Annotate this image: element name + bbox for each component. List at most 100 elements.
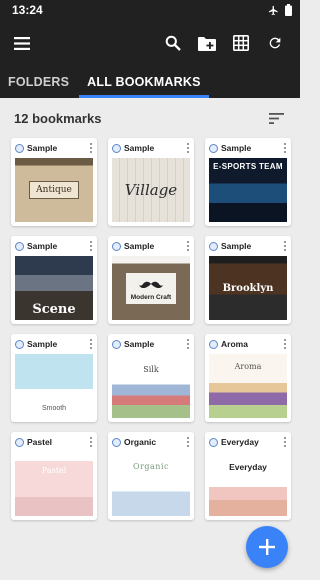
site-favicon [15, 339, 24, 349]
more-vert-icon[interactable] [281, 240, 289, 252]
site-favicon [209, 241, 218, 251]
thumbnail-text: E-SPORTS TEAM [213, 162, 283, 171]
bookmark-card[interactable]: Everyday Everyday [205, 432, 291, 520]
add-icon [259, 539, 275, 555]
bookmark-title: Sample [27, 339, 58, 349]
bookmark-thumbnail: Everyday [209, 452, 287, 516]
bookmark-grid: Sample Antique Sample Village Sample E-S… [0, 138, 300, 520]
bookmark-card[interactable]: Sample Brooklyn [205, 236, 291, 324]
bookmark-title: Sample [124, 241, 155, 251]
more-vert-icon[interactable] [87, 436, 95, 448]
bookmark-title: Sample [124, 339, 155, 349]
site-favicon [112, 143, 121, 153]
bookmark-thumbnail: Aroma [209, 354, 287, 418]
site-favicon [209, 143, 218, 153]
bookmark-title: Pastel [27, 437, 53, 447]
bookmark-thumbnail: Antique [15, 158, 93, 222]
search-icon [165, 35, 181, 51]
bookmark-thumbnail: Silk [112, 354, 190, 418]
thumbnail-text: Everyday [229, 462, 267, 472]
search-button[interactable] [156, 26, 190, 60]
site-favicon [112, 241, 121, 251]
bookmark-title: Sample [27, 143, 58, 153]
more-vert-icon[interactable] [184, 240, 192, 252]
more-vert-icon[interactable] [87, 240, 95, 252]
bookmark-thumbnail: Brooklyn [209, 256, 287, 320]
refresh-icon [269, 37, 281, 49]
bookmark-title: Sample [221, 241, 252, 251]
site-favicon [15, 143, 24, 153]
tab-all-bookmarks[interactable]: ALL BOOKMARKS [79, 66, 210, 98]
bookmark-card[interactable]: Sample Scene [11, 236, 97, 324]
bookmark-thumbnail: Modern Craft [112, 256, 190, 320]
status-bar: 13:24 [0, 0, 300, 20]
bookmark-thumbnail: Pastel [15, 452, 93, 516]
thumbnail-text: Modern Craft [125, 272, 177, 304]
create-folder-button[interactable] [190, 26, 224, 60]
site-favicon [209, 339, 218, 349]
bookmark-card[interactable]: Sample Antique [11, 138, 97, 226]
thumbnail-text: Organic [133, 462, 169, 471]
grid-view-icon [233, 35, 249, 51]
app-toolbar [0, 20, 300, 66]
bookmark-thumbnail: Organic [112, 452, 190, 516]
sort-button[interactable] [264, 106, 288, 130]
bookmark-count-bar: 12 bookmarks [0, 98, 300, 138]
battery-icon [285, 4, 292, 16]
bookmark-card[interactable]: Sample Silk [108, 334, 194, 422]
bookmark-title: Sample [124, 143, 155, 153]
thumbnail-text: Scene [32, 302, 76, 317]
menu-button[interactable] [14, 26, 48, 60]
status-time: 13:24 [12, 3, 43, 17]
bookmark-thumbnail: E-SPORTS TEAM [209, 158, 287, 222]
bookmark-card[interactable]: Pastel Pastel [11, 432, 97, 520]
thumbnail-text: Antique [29, 181, 79, 199]
menu-icon [14, 36, 30, 50]
more-vert-icon[interactable] [87, 338, 95, 350]
bookmark-title: Sample [221, 143, 252, 153]
site-favicon [15, 241, 24, 251]
add-bookmark-button[interactable] [246, 526, 288, 568]
more-vert-icon[interactable] [184, 142, 192, 154]
more-vert-icon[interactable] [281, 338, 289, 350]
tab-folders[interactable]: FOLDERS [0, 66, 77, 98]
thumbnail-text: Brooklyn [222, 282, 274, 294]
thumbnail-text: Smooth [41, 405, 67, 412]
bookmark-title: Organic [124, 437, 157, 447]
bookmark-card[interactable]: Sample Village [108, 138, 194, 226]
more-vert-icon[interactable] [184, 338, 192, 350]
site-favicon [15, 437, 24, 447]
thumbnail-text: Silk [143, 365, 159, 374]
more-vert-icon[interactable] [87, 142, 95, 154]
refresh-button[interactable] [258, 26, 292, 60]
site-favicon [112, 437, 121, 447]
bookmark-card[interactable]: Sample Modern Craft [108, 236, 194, 324]
bookmark-title: Sample [27, 241, 58, 251]
tab-bar: FOLDERS ALL BOOKMARKS [0, 66, 300, 98]
bookmark-title: Aroma [221, 339, 248, 349]
more-vert-icon[interactable] [281, 436, 289, 448]
bookmark-card[interactable]: Organic Organic [108, 432, 194, 520]
bookmark-count: 12 bookmarks [14, 110, 102, 126]
status-icons [268, 4, 292, 16]
grid-view-button[interactable] [224, 26, 258, 60]
bookmark-thumbnail: Village [112, 158, 190, 222]
bookmark-title: Everyday [221, 437, 259, 447]
more-vert-icon[interactable] [281, 142, 289, 154]
bookmark-thumbnail: Scene [15, 256, 93, 320]
airplane-mode-icon [268, 5, 278, 15]
more-vert-icon[interactable] [184, 436, 192, 448]
bookmark-card[interactable]: Aroma Aroma [205, 334, 291, 422]
create-folder-icon [198, 36, 216, 51]
bookmark-card[interactable]: Sample Smooth [11, 334, 97, 422]
bookmark-thumbnail: Smooth [15, 354, 93, 418]
sort-icon [268, 112, 284, 124]
thumbnail-text: Village [124, 181, 178, 199]
bookmark-card[interactable]: Sample E-SPORTS TEAM [205, 138, 291, 226]
mustache-icon [138, 281, 163, 288]
craft-title: Modern Craft [130, 293, 172, 301]
site-favicon [209, 437, 218, 447]
site-favicon [112, 339, 121, 349]
thumbnail-text: Aroma [234, 362, 262, 371]
thumbnail-text: Pastel [41, 466, 67, 475]
